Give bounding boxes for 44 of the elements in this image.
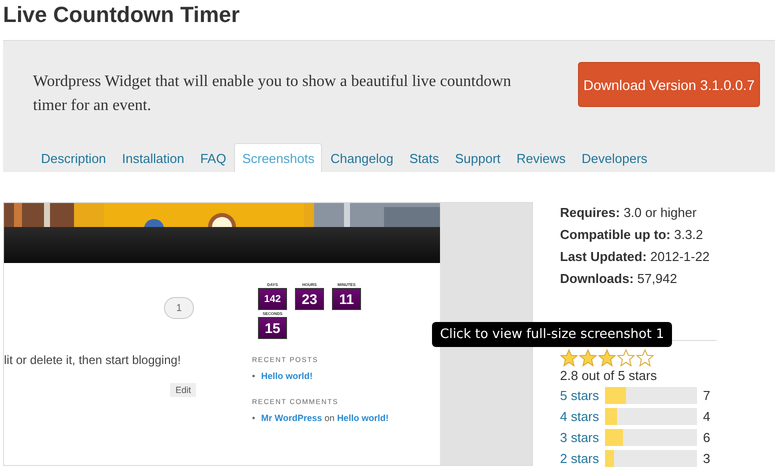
- meta-line: Compatible up to: 3.3.2: [560, 226, 704, 244]
- rating-filter-link[interactable]: 5 stars: [560, 388, 605, 402]
- rating-count: 4: [703, 408, 712, 424]
- tab[interactable]: Description: [33, 143, 114, 172]
- post-text: lit or delete it, then start blogging!: [4, 353, 181, 367]
- meta-line: Downloads: 57,942: [560, 270, 678, 288]
- post-link[interactable]: Hello world!: [337, 413, 389, 423]
- author-link[interactable]: Mr WordPress: [261, 413, 322, 423]
- meta-line: Last Updated: 2012-1-22: [560, 248, 711, 266]
- rating-summary: 2.8 out of 5 stars: [560, 368, 658, 383]
- meta-line: Requires: 3.0 or higher: [560, 204, 698, 222]
- countdown-digit: 23: [295, 288, 324, 310]
- rating-filter-link[interactable]: 2 stars: [560, 450, 605, 466]
- star-icon: [636, 349, 654, 367]
- star-icon: [579, 349, 597, 367]
- tab[interactable]: Installation: [114, 143, 192, 172]
- star-icon: [560, 349, 578, 367]
- tab[interactable]: Developers: [574, 143, 656, 172]
- download-button[interactable]: Download Version 3.1.0.0.7: [578, 62, 760, 107]
- tooltip: Click to view full-size screenshot 1: [432, 322, 672, 347]
- tab[interactable]: Reviews: [508, 143, 574, 172]
- rating-filter-link[interactable]: 3 stars: [560, 430, 605, 444]
- edit-button[interactable]: Edit: [170, 383, 196, 397]
- tab[interactable]: FAQ: [192, 143, 234, 172]
- countdown-digit: 142: [258, 288, 287, 310]
- rating-count: 6: [703, 430, 712, 444]
- countdown-digit: 11: [332, 288, 361, 310]
- star-icon: [617, 349, 635, 367]
- comment-bubble[interactable]: 1: [164, 297, 194, 319]
- bullet: •: [252, 413, 256, 423]
- page-title: Live Countdown Timer: [2, 1, 241, 29]
- post-link[interactable]: Hello world!: [261, 371, 313, 381]
- tab[interactable]: Support: [446, 143, 509, 172]
- star-icon: [598, 349, 616, 367]
- plugin-description: Wordpress Widget that will enable you to show a beautiful live countdown timer for an event.: [33, 72, 512, 116]
- comment-joiner: on: [324, 413, 335, 423]
- rating-count: 7: [703, 388, 712, 402]
- tab[interactable]: Stats: [401, 143, 447, 172]
- bullet: •: [252, 371, 256, 381]
- countdown-digit: 15: [258, 317, 287, 339]
- tab[interactable]: Changelog: [322, 143, 402, 172]
- rating-filter-link[interactable]: 4 stars: [560, 408, 605, 424]
- rating-count: 3: [703, 450, 712, 466]
- tab[interactable]: Screenshots: [234, 143, 322, 172]
